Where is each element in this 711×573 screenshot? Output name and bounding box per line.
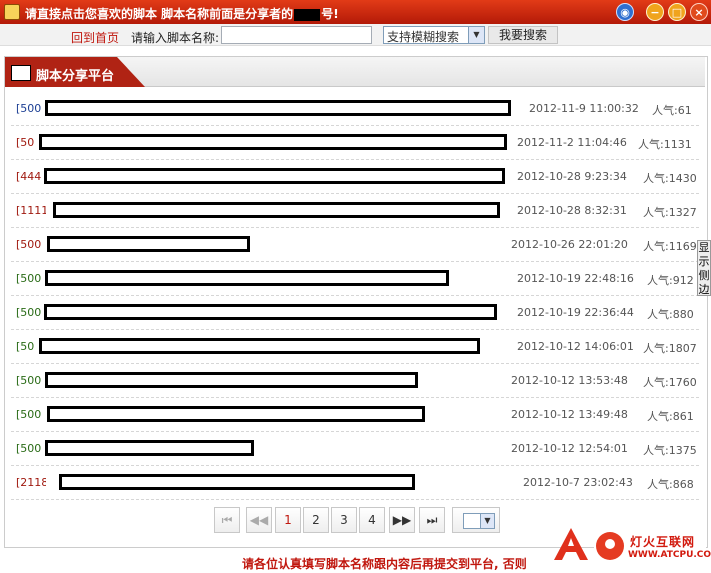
chevron-down-icon[interactable]: ▼ (480, 514, 494, 528)
watermark: 灯火互联网 WWW.ATCPU.COM (594, 530, 711, 566)
title-bar: 请直接点击您喜欢的脚本 脚本名称前面是分享者的 号! ◉ − □ × (0, 0, 711, 24)
watermark-logo-icon (596, 532, 624, 560)
redacted-script-name[interactable] (44, 304, 497, 320)
last-page-button[interactable]: ⏭ (419, 507, 445, 533)
list-item[interactable]: [50 2012-11-2 11:04:46 人气:1131 (11, 126, 699, 160)
popularity-count: 人气:912 (647, 274, 694, 287)
share-date: 2012-10-28 8:32:31 (517, 204, 627, 217)
list-item[interactable]: [1111 2012-10-28 8:32:31 人气:1327 (11, 194, 699, 228)
sharer-id[interactable]: [500 (16, 272, 46, 285)
list-item[interactable]: [500 2012-10-12 13:53:48 人气:1760 (11, 364, 699, 398)
window-title: 请直接点击您喜欢的脚本 脚本名称前面是分享者的 号! (25, 5, 339, 22)
list-item[interactable]: [500 2012-10-19 22:48:16 人气:912 (11, 262, 699, 296)
section-header: 脚本分享平台 (5, 57, 705, 87)
popularity-count: 人气:1807 (643, 342, 697, 355)
first-page-button[interactable]: ⏮ (214, 507, 240, 533)
list-item[interactable]: [500 2012-11-9 11:00:32 人气:61 (11, 92, 699, 126)
share-date: 2012-10-12 12:54:01 (511, 442, 628, 455)
sharer-id[interactable]: [500 (16, 408, 46, 421)
popularity-count: 人气:1327 (643, 206, 697, 219)
popularity-count: 人气:1131 (638, 138, 692, 151)
list-item[interactable]: [500 2012-10-19 22:36:44 人气:880 (11, 296, 699, 330)
popularity-count: 人气:1169 (643, 240, 697, 253)
search-toolbar: 回到首页 请输入脚本名称: 支持模糊搜索 ▼ 我要搜索 (0, 24, 711, 46)
submission-notice: 请各位认真填写脚本名称跟内容后再提交到平台, 否则 (242, 557, 527, 571)
redacted-script-name[interactable] (45, 100, 511, 116)
title-text-suffix: 号! (321, 7, 339, 21)
script-list: [500 2012-11-9 11:00:32 人气:61 [50 2012-11-2 … (11, 92, 699, 500)
sharer-id[interactable]: [444 (16, 170, 46, 183)
popularity-count: 人气:1375 (643, 444, 697, 457)
share-date: 2012-10-7 23:02:43 (523, 476, 633, 489)
page-jump-select[interactable]: ▼ (452, 507, 500, 533)
list-item[interactable]: [500 2012-10-12 13:49:48 人气:861 (11, 398, 699, 432)
search-mode-select[interactable]: 支持模糊搜索 ▼ (383, 26, 485, 44)
redacted-script-name[interactable] (39, 338, 480, 354)
app-icon (4, 4, 20, 20)
list-item[interactable]: [444 2012-10-28 9:23:34 人气:1430 (11, 160, 699, 194)
share-date: 2012-10-12 14:06:01 (517, 340, 634, 353)
redacted-script-name[interactable] (47, 236, 250, 252)
watermark-url: WWW.ATCPU.COM (628, 550, 711, 560)
list-item[interactable]: [50 2012-10-12 14:06:01 人气:1807 (11, 330, 699, 364)
share-date: 2012-11-2 11:04:46 (517, 136, 627, 149)
redacted-script-name[interactable] (44, 168, 505, 184)
redacted-script-name[interactable] (59, 474, 415, 490)
redacted-script-name[interactable] (45, 270, 449, 286)
close-button[interactable]: × (690, 3, 708, 21)
search-mode-value: 支持模糊搜索 (387, 30, 460, 44)
next-page-button[interactable]: ▶▶ (389, 507, 415, 533)
popularity-count: 人气:61 (652, 104, 692, 117)
page-2-button[interactable]: 2 (303, 507, 329, 533)
redacted-id (294, 8, 321, 21)
share-date: 2012-10-28 9:23:34 (517, 170, 627, 183)
share-date: 2012-10-12 13:53:48 (511, 374, 628, 387)
share-date: 2012-10-19 22:48:16 (517, 272, 634, 285)
redacted-logo (11, 65, 31, 81)
redacted-script-name[interactable] (53, 202, 500, 218)
sharer-id[interactable]: [500 (16, 102, 46, 115)
sharer-id[interactable]: [500 (16, 374, 46, 387)
sharer-id[interactable]: [500 (16, 442, 46, 455)
watermark-letter-icon (554, 528, 588, 560)
sidebar-toggle[interactable]: 显示侧边 (697, 240, 711, 296)
shirt-icon[interactable]: ◉ (616, 3, 634, 21)
list-item[interactable]: [500 2012-10-12 12:54:01 人气:1375 (11, 432, 699, 466)
page-4-button[interactable]: 4 (359, 507, 385, 533)
minimize-button[interactable]: − (646, 3, 664, 21)
popularity-count: 人气:1760 (643, 376, 697, 389)
section-title: 脚本分享平台 (36, 69, 115, 84)
redacted-script-name[interactable] (45, 372, 418, 388)
popularity-count: 人气:868 (647, 478, 694, 491)
popularity-count: 人气:880 (647, 308, 694, 321)
script-list-panel: 脚本分享平台 [500 2012-11-9 11:00:32 人气:61 [50 201… (4, 56, 708, 548)
page-1-button[interactable]: 1 (275, 507, 301, 533)
chevron-down-icon[interactable]: ▼ (468, 27, 484, 43)
page-jump-box[interactable]: ▼ (463, 513, 495, 529)
redacted-script-name[interactable] (47, 406, 425, 422)
list-item[interactable]: [21187 2012-10-7 23:02:43 人气:868 (11, 466, 699, 500)
share-date: 2012-10-12 13:49:48 (511, 408, 628, 421)
redacted-script-name[interactable] (45, 440, 254, 456)
sharer-id[interactable]: [500 (16, 238, 46, 251)
redacted-script-name[interactable] (39, 134, 507, 150)
search-input[interactable] (221, 26, 372, 44)
popularity-count: 人气:861 (647, 410, 694, 423)
list-item[interactable]: [500 2012-10-26 22:01:20 人气:1169 (11, 228, 699, 262)
watermark-brand: 灯火互联网 (630, 535, 696, 549)
search-button[interactable]: 我要搜索 (488, 26, 558, 44)
share-date: 2012-11-9 11:00:32 (529, 102, 639, 115)
popularity-count: 人气:1430 (643, 172, 697, 185)
share-date: 2012-10-26 22:01:20 (511, 238, 628, 251)
sharer-id[interactable]: [21187 (16, 476, 46, 489)
prev-page-button[interactable]: ◀◀ (246, 507, 272, 533)
sharer-id[interactable]: [500 (16, 306, 46, 319)
sharer-id[interactable]: [1111 (16, 204, 46, 217)
page-3-button[interactable]: 3 (331, 507, 357, 533)
home-link[interactable]: 回到首页 (71, 29, 119, 46)
title-text: 请直接点击您喜欢的脚本 脚本名称前面是分享者的 (25, 7, 294, 21)
maximize-button[interactable]: □ (668, 3, 686, 21)
share-date: 2012-10-19 22:36:44 (517, 306, 634, 319)
search-label: 请输入脚本名称: (131, 31, 220, 45)
